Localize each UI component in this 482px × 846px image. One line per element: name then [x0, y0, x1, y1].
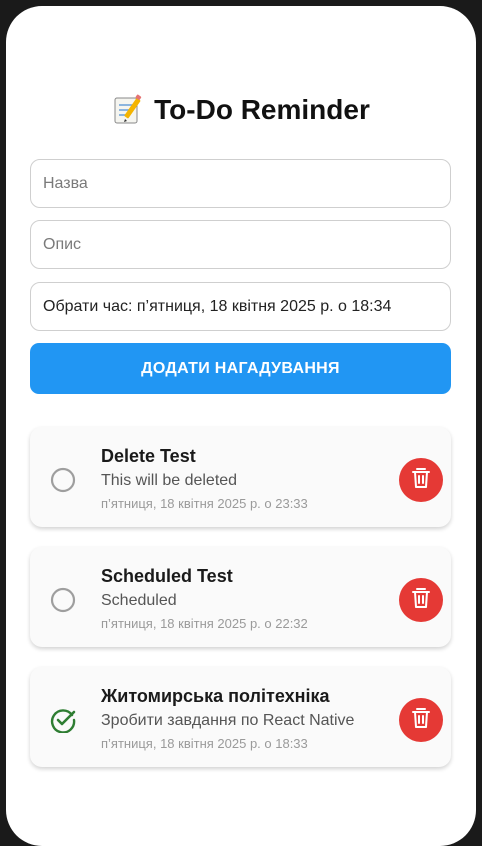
description-input[interactable] [43, 235, 438, 254]
reminder-datetime: п’ятниця, 18 квітня 2025 р. о 23:33 [101, 496, 308, 511]
reminder-datetime: п’ятниця, 18 квітня 2025 р. о 22:32 [101, 616, 308, 631]
app-title-text: To-Do Reminder [154, 94, 370, 125]
description-field[interactable] [30, 220, 451, 269]
reminder-title: Житомирська політехніка [101, 686, 330, 706]
trash-icon [411, 587, 431, 614]
time-picker-field[interactable]: Обрати час: п’ятниця, 18 квітня 2025 р. … [30, 282, 451, 331]
reminder-card: Scheduled Test Scheduled п’ятниця, 18 кв… [30, 547, 451, 647]
reminder-description: Зробити завдання по React Native [101, 712, 355, 729]
memo-icon [112, 94, 144, 126]
reminder-description: Scheduled [101, 592, 177, 609]
page-title: To-Do Reminder [6, 94, 476, 126]
title-field[interactable] [30, 159, 451, 208]
title-input[interactable] [43, 174, 438, 193]
reminder-card: Delete Test This will be deleted п’ятниц… [30, 427, 451, 527]
delete-button[interactable] [399, 578, 443, 622]
trash-icon [411, 707, 431, 734]
reminder-card: Житомирська політехніка Зробити завдання… [30, 667, 451, 767]
delete-button[interactable] [399, 698, 443, 742]
reminder-description: This will be deleted [101, 472, 238, 489]
time-picker-label: Обрати час: п’ятниця, 18 квітня 2025 р. … [43, 297, 392, 315]
trash-icon [411, 467, 431, 494]
reminder-datetime: п’ятниця, 18 квітня 2025 р. о 18:33 [101, 736, 308, 751]
check-circle-icon[interactable] [50, 707, 76, 734]
app-screen: To-Do Reminder Обрати час: п’ятниця, 18 … [6, 6, 476, 846]
add-reminder-button[interactable]: ДОДАТИ НАГАДУВАННЯ [30, 343, 451, 394]
circle-outline-icon[interactable] [50, 587, 76, 613]
delete-button[interactable] [399, 458, 443, 502]
circle-outline-icon[interactable] [50, 467, 76, 493]
reminder-title: Scheduled Test [101, 566, 233, 586]
reminder-title: Delete Test [101, 446, 196, 466]
